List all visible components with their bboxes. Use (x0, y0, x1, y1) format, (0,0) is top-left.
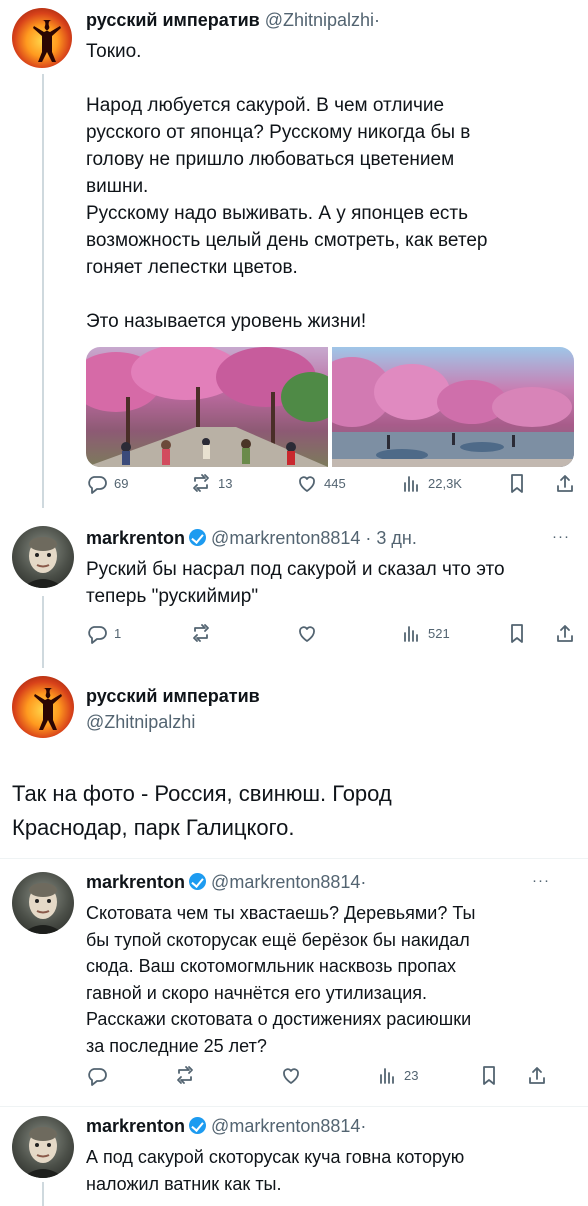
views-button[interactable]: 23 (376, 1062, 418, 1088)
share-button[interactable] (554, 470, 576, 496)
tweet-actions: 69 13 445 22,3K (86, 470, 576, 496)
bookmark-button[interactable] (506, 470, 528, 496)
author-line: markrenton @markrenton8814· (86, 1116, 366, 1137)
photo-sakura-park-2[interactable] (332, 347, 574, 467)
verified-badge-icon (189, 1117, 207, 1134)
share-button[interactable] (526, 1062, 548, 1088)
author-handle[interactable]: @markrenton8814 (211, 872, 360, 892)
like-count: 445 (324, 475, 346, 491)
views-button[interactable]: 521 (400, 620, 450, 646)
reply-count: 69 (114, 475, 129, 491)
reply-icon (88, 626, 107, 644)
photo-sakura-park-1[interactable] (86, 347, 328, 467)
divider (0, 1106, 588, 1107)
views-count: 23 (404, 1067, 419, 1083)
avatar[interactable] (12, 676, 74, 738)
separator-dot: · (360, 872, 367, 892)
like-button[interactable] (296, 620, 318, 646)
views-icon (404, 626, 418, 642)
repost-icon (193, 624, 209, 642)
repost-icon (177, 1066, 193, 1084)
author-line: русский императив @Zhitnipalzhi· (86, 10, 380, 31)
avatar[interactable] (12, 872, 74, 934)
more-options-icon[interactable]: ··· (532, 872, 550, 889)
thread-line (42, 74, 44, 508)
like-icon (299, 476, 315, 492)
author-name[interactable]: markrenton (86, 872, 185, 892)
author-name[interactable]: русский императив (86, 10, 260, 30)
reply-icon (88, 476, 107, 494)
avatar[interactable] (12, 526, 74, 588)
like-icon (299, 626, 315, 642)
reply-count: 1 (114, 625, 122, 641)
repost-icon (193, 474, 209, 492)
reply-button[interactable]: 69 (86, 470, 128, 496)
author-handle[interactable]: @markrenton8814 (211, 1116, 360, 1136)
tweet-actions: 1 521 (86, 620, 576, 646)
reply-button[interactable] (86, 1062, 108, 1088)
photo-illustration (86, 347, 328, 467)
avatar-face-icon (22, 537, 64, 588)
tweet-text: А под сакурой скоторусак куча говна кото… (86, 1147, 465, 1194)
views-icon (404, 476, 418, 492)
reply-button[interactable]: 1 (86, 620, 121, 646)
repost-count: 13 (218, 475, 233, 491)
divider (0, 858, 588, 859)
views-button[interactable]: 22,3K (400, 470, 462, 496)
avatar-figure-icon (33, 20, 61, 62)
separator-dot: · (374, 10, 381, 30)
author-handle[interactable]: @Zhitnipalzhi (265, 10, 374, 30)
bookmark-icon (511, 474, 523, 493)
share-button[interactable] (554, 620, 576, 646)
tweet-text: Токио. Народ любуется сакурой. В чем отл… (86, 41, 488, 332)
tweet-text: Скотовата чем ты хвастаешь? Деревьями? Т… (86, 903, 476, 1056)
reply-icon (88, 1068, 107, 1086)
bookmark-button[interactable] (478, 1062, 500, 1088)
more-options-icon[interactable]: ··· (552, 528, 570, 545)
author-name[interactable]: markrenton (86, 1116, 185, 1136)
author-handle[interactable]: @Zhitnipalzhi (86, 712, 195, 733)
tweet-actions: 23 (86, 1062, 576, 1088)
views-icon (380, 1068, 394, 1084)
thread-line (42, 596, 44, 668)
avatar[interactable] (12, 8, 72, 68)
like-button[interactable]: 445 (296, 470, 346, 496)
separator-dot: · (360, 1116, 367, 1136)
tweet-text: Руский бы насрал под сакурой и сказал чт… (86, 559, 505, 607)
avatar-face-icon (22, 883, 64, 934)
author-name[interactable]: русский императив (86, 686, 260, 707)
avatar-figure-icon (34, 688, 62, 730)
repost-button[interactable]: 13 (190, 470, 232, 496)
repost-button[interactable] (174, 1062, 196, 1088)
like-button[interactable] (280, 1062, 302, 1088)
verified-badge-icon (189, 873, 207, 890)
views-count: 22,3K (428, 475, 462, 491)
timestamp[interactable]: · 3 дн. (365, 528, 416, 548)
tweet-text: Так на фото - Россия, свинюш. Город Крас… (12, 781, 392, 840)
share-icon (557, 475, 573, 492)
bookmark-icon (483, 1066, 495, 1085)
bookmark-button[interactable] (506, 620, 528, 646)
author-handle[interactable]: @markrenton8814 (211, 528, 360, 548)
bookmark-icon (511, 624, 523, 643)
photo-illustration (332, 357, 574, 467)
share-icon (529, 1067, 545, 1084)
avatar-face-icon (22, 1127, 64, 1178)
share-icon (557, 625, 573, 642)
thread-line (42, 1182, 44, 1206)
avatar[interactable] (12, 1116, 74, 1178)
verified-badge-icon (189, 529, 207, 546)
views-count: 521 (428, 625, 450, 641)
author-line: markrenton @markrenton8814 · 3 дн. (86, 528, 417, 549)
author-line: markrenton @markrenton8814· (86, 872, 366, 893)
like-icon (283, 1068, 299, 1084)
author-name[interactable]: markrenton (86, 528, 185, 548)
repost-button[interactable] (190, 620, 212, 646)
